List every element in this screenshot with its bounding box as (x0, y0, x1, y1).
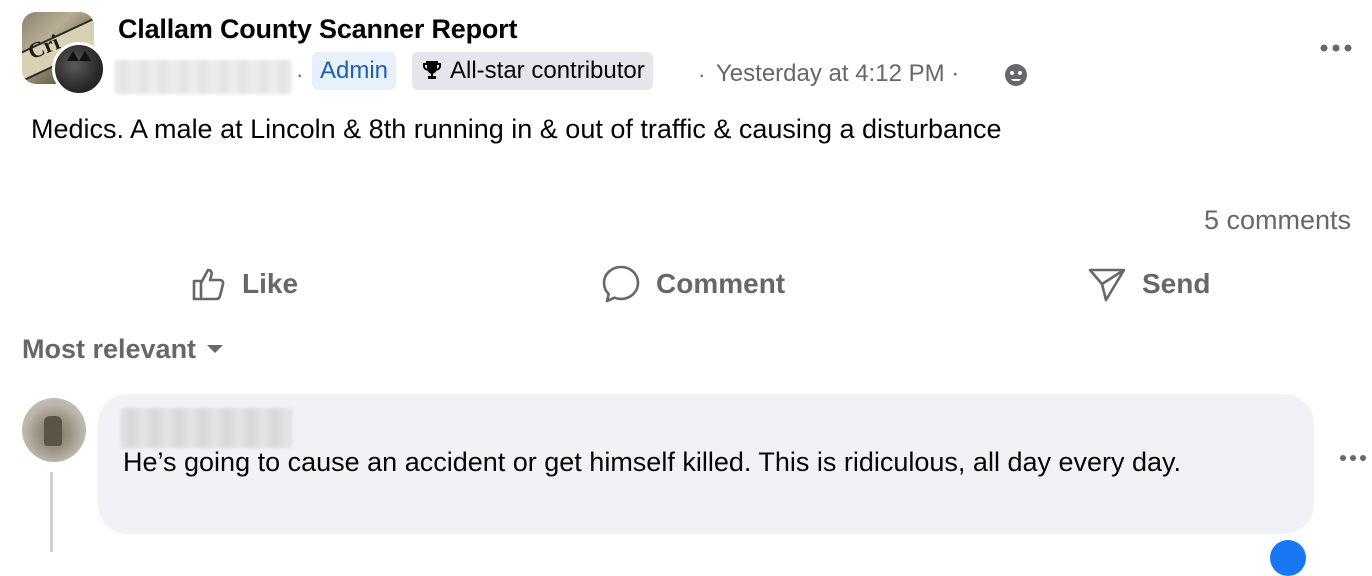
author-name-redacted[interactable] (114, 60, 292, 94)
post-body: Medics. A male at Lincoln & 8th running … (31, 114, 1002, 144)
reaction-indicator (1270, 540, 1306, 576)
separator-dot: · (296, 62, 304, 87)
contributor-badge-label: All-star contributor (450, 57, 645, 84)
sort-label: Most relevant (22, 334, 197, 364)
comment-label: Comment (656, 268, 786, 299)
caret-down-icon (207, 345, 224, 353)
group-name-link[interactable]: Clallam County Scanner Report (118, 14, 517, 45)
speech-bubble-icon (602, 265, 640, 303)
like-button[interactable]: Like (188, 260, 298, 308)
comments-count-link[interactable]: 5 comments (1204, 205, 1351, 236)
author-avatar[interactable] (52, 42, 106, 96)
globe-icon (1005, 64, 1027, 86)
more-options-icon[interactable] (1318, 40, 1354, 56)
like-label: Like (242, 268, 299, 299)
comment-button[interactable]: Comment (600, 260, 785, 308)
send-button[interactable]: Send (1086, 260, 1210, 308)
commenter-name-redacted[interactable] (120, 408, 292, 448)
separator-dot: · (951, 60, 960, 87)
post-timestamp[interactable]: Yesterday at 4:12 PM · (716, 60, 959, 88)
all-star-contributor-badge[interactable]: All-star contributor (412, 52, 653, 90)
send-label: Send (1142, 268, 1211, 299)
timestamp-text: Yesterday at 4:12 PM (716, 60, 945, 87)
comment-sort-dropdown[interactable]: Most relevant (22, 334, 224, 365)
thumbs-up-icon (192, 268, 225, 301)
commenter-avatar[interactable] (22, 398, 86, 462)
admin-badge[interactable]: Admin (312, 52, 397, 90)
separator-dot: · (698, 62, 706, 87)
trophy-icon (423, 61, 441, 79)
send-icon (1088, 268, 1126, 302)
thread-line (50, 472, 53, 552)
comment-more-options-icon[interactable] (1338, 452, 1368, 464)
comment-text: He’s going to cause an accident or get h… (123, 447, 1182, 477)
